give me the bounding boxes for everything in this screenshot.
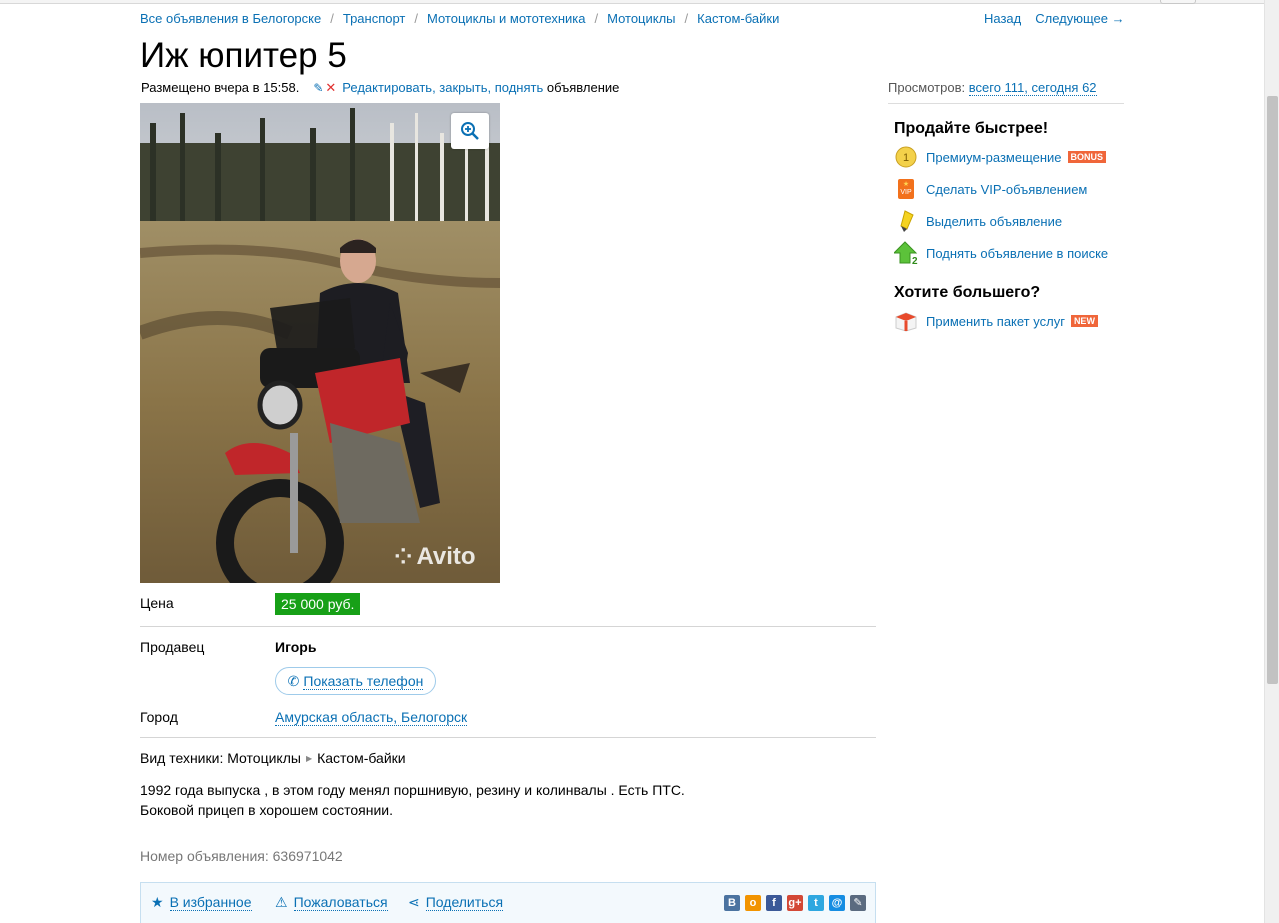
share-button[interactable]: ⋖ Поделиться xyxy=(408,894,504,911)
sell-faster-heading: Продайте быстрее! xyxy=(894,120,1049,137)
divider xyxy=(140,626,876,627)
breadcrumb-link-motorcycles[interactable]: Мотоциклы xyxy=(607,11,675,26)
posted-suffix: объявление xyxy=(546,80,620,95)
make-vip-link[interactable]: Сделать VIP-объявлением xyxy=(926,182,1087,197)
mailru-share-icon[interactable]: @ xyxy=(829,895,845,911)
scrollbar[interactable] xyxy=(1264,0,1279,923)
price-label: Цена xyxy=(140,595,174,611)
vehicle-subtype-value: Кастом-байки xyxy=(317,750,406,766)
posted-info: Размещено вчера в 15:58. ✎ ✕ Редактировать,… xyxy=(141,80,619,96)
breadcrumb: Все объявления в Белогорске / Транспорт / Мо… xyxy=(140,11,779,26)
highlight-ad-item[interactable]: Выделить объявление xyxy=(894,209,1062,233)
divider xyxy=(888,103,1124,104)
description-line: 1992 года выпуска , в этом году менял по… xyxy=(140,782,685,798)
posted-date: Размещено вчера в 15:58. xyxy=(141,80,300,95)
google-plus-share-icon[interactable]: g+ xyxy=(787,895,803,911)
next-link[interactable]: Следующее → xyxy=(1035,11,1124,26)
city-link[interactable]: Амурская область, Белогорск xyxy=(275,709,468,726)
breadcrumb-separator: / xyxy=(414,11,419,26)
raise-ad-item[interactable]: 2 Поднять объявление в поиске xyxy=(894,241,1108,265)
livejournal-share-icon[interactable]: ✎ xyxy=(850,895,866,911)
service-package-link[interactable]: Применить пакет услуг xyxy=(926,314,1065,329)
facebook-share-icon[interactable]: f xyxy=(766,895,782,911)
price-badge: 25 000 руб. xyxy=(275,593,361,615)
avito-watermark-text: Avito xyxy=(416,543,476,570)
new-badge: NEW xyxy=(1070,315,1098,327)
vip-icon: VIP ★ xyxy=(894,177,918,201)
favorites-label: В избранное xyxy=(169,894,252,911)
report-button[interactable]: ⚠ Пожаловаться xyxy=(275,894,388,911)
views-counter: Просмотров: всего 111, сегодня 62 xyxy=(888,80,1097,96)
breadcrumb-link-custom-bikes[interactable]: Кастом-байки xyxy=(697,11,779,26)
svg-text:1: 1 xyxy=(903,152,909,164)
share-label: Поделиться xyxy=(425,894,504,911)
window-top-edge xyxy=(0,0,1265,4)
pencil-icon[interactable]: ✎ xyxy=(313,81,323,95)
avito-watermark: ⁘ Avito xyxy=(394,543,476,571)
make-vip-item[interactable]: VIP ★ Сделать VIP-объявлением xyxy=(894,177,1087,201)
description-line: Боковой прицеп в хорошем состоянии. xyxy=(140,802,394,818)
page-title: Иж юпитер 5 xyxy=(140,36,347,75)
breadcrumb-link-transport[interactable]: Транспорт xyxy=(343,11,406,26)
breadcrumb-separator: / xyxy=(684,11,689,26)
seller-name: Игорь xyxy=(275,639,317,655)
divider xyxy=(140,737,876,738)
odnoklassniki-share-icon[interactable]: o xyxy=(745,895,761,911)
bonus-badge: BONUS xyxy=(1067,151,1107,163)
star-icon: ★ xyxy=(151,894,164,910)
breadcrumb-separator: / xyxy=(330,11,334,26)
views-label: Просмотров: xyxy=(888,80,966,95)
twitter-share-icon[interactable]: t xyxy=(808,895,824,911)
ad-description: 1992 года выпуска , в этом году менял по… xyxy=(140,780,685,820)
window-top-button[interactable] xyxy=(1160,0,1196,4)
ad-photo[interactable]: ⁘ Avito xyxy=(140,103,500,583)
actions-bar: ★ В избранное ⚠ Пожаловаться ⋖ Поделиться B… xyxy=(140,882,876,923)
add-to-favorites-button[interactable]: ★ В избранное xyxy=(151,894,252,911)
gift-box-icon xyxy=(894,309,918,333)
zoom-button[interactable] xyxy=(451,113,489,149)
scrollbar-thumb[interactable] xyxy=(1267,96,1278,684)
vk-share-icon[interactable]: B xyxy=(724,895,740,911)
warning-icon: ⚠ xyxy=(275,894,288,910)
vehicle-type-value: Мотоциклы xyxy=(227,750,301,766)
service-package-item[interactable]: Применить пакет услуг NEW xyxy=(894,309,1098,333)
seller-label: Продавец xyxy=(140,639,205,655)
vehicle-type: Вид техники: Мотоциклы ▶ Кастом-байки xyxy=(140,750,406,766)
raise-ad-link[interactable]: Поднять объявление в поиске xyxy=(926,246,1108,261)
ad-number: Номер объявления: 636971042 xyxy=(140,848,343,864)
want-more-heading: Хотите большего? xyxy=(894,284,1041,301)
close-icon[interactable]: ✕ xyxy=(325,80,336,95)
ad-navigation: Назад Следующее → xyxy=(984,11,1125,26)
city-label: Город xyxy=(140,709,178,725)
edit-close-raise-link[interactable]: Редактировать, закрыть, поднять xyxy=(342,80,543,95)
breadcrumb-separator: / xyxy=(594,11,599,26)
report-label: Пожаловаться xyxy=(293,894,388,911)
zoom-in-icon xyxy=(461,122,479,140)
highlighter-icon xyxy=(894,209,918,233)
views-value[interactable]: всего 111, сегодня 62 xyxy=(968,80,1097,96)
vehicle-type-label: Вид техники: xyxy=(140,750,224,766)
motorcycle-photo-image xyxy=(140,103,500,583)
svg-text:2: 2 xyxy=(912,256,918,265)
premium-placement-item[interactable]: 1 Премиум-размещение BONUS xyxy=(894,145,1107,169)
svg-text:VIP: VIP xyxy=(900,189,912,196)
breadcrumb-link-motorcycles-and-moto[interactable]: Мотоциклы и мототехника xyxy=(427,11,585,26)
highlight-ad-link[interactable]: Выделить объявление xyxy=(926,214,1062,229)
breadcrumb-link-all-ads[interactable]: Все объявления в Белогорске xyxy=(140,11,321,26)
show-phone-label: Показать телефон xyxy=(303,672,424,690)
svg-text:★: ★ xyxy=(903,180,909,188)
premium-placement-link[interactable]: Премиум-размещение xyxy=(926,150,1062,165)
avito-logo-icon: ⁘ xyxy=(394,544,413,569)
phone-icon: ✆ xyxy=(287,672,300,689)
show-phone-button[interactable]: ✆ Показать телефон xyxy=(275,667,436,695)
coin-icon: 1 xyxy=(894,145,918,169)
triangle-right-icon: ▶ xyxy=(305,754,313,763)
arrow-up-icon: 2 xyxy=(894,241,918,265)
back-link[interactable]: Назад xyxy=(984,11,1021,26)
share-icon: ⋖ xyxy=(408,894,420,910)
